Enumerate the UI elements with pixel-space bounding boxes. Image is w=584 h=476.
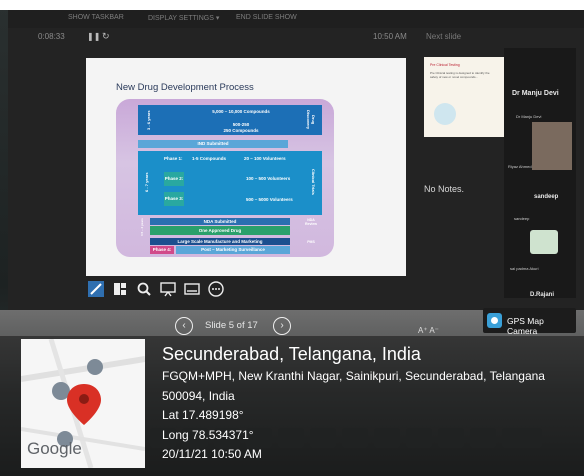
participant-name-3: sandeep <box>534 194 559 200</box>
next-slide-button[interactable]: › <box>273 317 291 335</box>
display-settings-button[interactable]: DISPLAY SETTINGS ▾ <box>148 14 219 22</box>
gps-datetime: 20/11/21 10:50 AM <box>162 447 262 461</box>
phase3-volunteers: 500 – 5000 Volunteers <box>246 197 293 202</box>
participant-label-3: sandeep <box>514 216 530 221</box>
pointer-icon[interactable] <box>160 281 176 297</box>
phase1-volunteers: 20 – 100 Volunteers <box>244 156 286 161</box>
approved-drug: One Approved Drug <box>150 226 290 235</box>
participant-label-2: Riyaz Ahmed <box>508 164 532 169</box>
next-slide-title: Pre Clinical Testing <box>430 63 460 67</box>
reset-timer-icon[interactable]: ↻ <box>102 31 110 42</box>
next-slide-thumbnail[interactable]: Pre Clinical Testing Pre Clinical testin… <box>424 57 504 137</box>
participant-label-1: Dr Manju Devi <box>516 114 542 119</box>
gps-camera-badge: GPS Map Camera <box>483 308 576 336</box>
pause-icon[interactable]: ❚❚ <box>87 32 100 41</box>
location-map: Google <box>21 339 145 468</box>
gps-city: Secunderabad, Telangana, India <box>162 344 421 364</box>
video-gallery: Dr Manju Devi Dr Manju Devi Riyaz Ahmed … <box>504 48 576 298</box>
compounds-250: 250 Compounds <box>223 128 259 133</box>
see-all-slides-icon[interactable] <box>112 281 128 297</box>
gps-camera-name: GPS Map Camera <box>507 316 544 336</box>
top-bezel <box>0 0 584 10</box>
slide-title: New Drug Development Process <box>116 82 254 93</box>
participant-avatar-4 <box>530 230 558 254</box>
compounds-range: 500-250 <box>232 122 250 127</box>
ind-submitted: IND Submitted <box>138 140 288 148</box>
review-years: 0.5 – 2 years <box>140 218 144 236</box>
previous-slide-button[interactable]: ‹ <box>175 317 193 335</box>
phase2-label: Phase 2: <box>164 172 184 186</box>
pms-label: PMS <box>307 240 315 244</box>
phase1-compounds: 1-5 Compounds <box>192 156 227 161</box>
clinical-years: 6 - 7 years <box>144 172 149 192</box>
next-slide-body: Pre Clinical testing is designed to iden… <box>430 71 490 79</box>
compounds-label: 5,000 – 10,000 Compounds <box>212 109 270 114</box>
gps-address-line2: 500094, India <box>162 389 235 403</box>
google-logo: Google <box>27 439 82 458</box>
subtitles-icon[interactable] <box>184 281 200 297</box>
nda-submitted: NDA Submitted <box>150 218 290 225</box>
participant-label-4: sai padma Akuri <box>510 266 539 271</box>
gps-address-line1: FGQM+MPH, New Kranthi Nagar, Sainikpuri,… <box>162 369 545 383</box>
gps-latitude: Lat 17.489198° <box>162 408 244 422</box>
font-size-icon[interactable]: A⁺ A⁻ <box>418 326 439 335</box>
phase3-label: Phase 3: <box>164 192 184 206</box>
participant-name-5: D.Rajani <box>530 292 555 298</box>
pen-icon[interactable] <box>88 281 104 297</box>
next-slide-label: Next slide <box>426 32 462 41</box>
end-slide-show-button[interactable]: END SLIDE SHOW <box>236 14 297 21</box>
zoom-icon[interactable] <box>136 281 152 297</box>
show-taskbar-button[interactable]: SHOW TASKBAR <box>68 14 124 21</box>
participant-name-1: Dr Manju Devi <box>512 90 559 97</box>
chevron-right-icon: › <box>280 320 284 331</box>
discovery-years: 3 - 6 years <box>146 110 151 130</box>
pms-row: Post – Marketing Surveillance <box>176 246 290 254</box>
phase1-label: Phase 1: <box>164 156 183 161</box>
notes-area: No Notes. <box>424 184 465 194</box>
participant-video-2 <box>532 122 572 170</box>
photo-background: SHOW TASKBAR DISPLAY SETTINGS ▾ END SLID… <box>0 0 584 476</box>
phase4-label: Phase 4: <box>150 246 174 254</box>
current-slide: New Drug Development Process 3 - 6 years… <box>86 58 406 276</box>
gps-camera-logo <box>487 313 502 328</box>
presenter-topbar: SHOW TASKBAR DISPLAY SETTINGS ▾ END SLID… <box>8 10 584 28</box>
drug-discovery-label: Drug Discovery <box>306 110 316 130</box>
clock: 10:50 AM <box>373 32 407 41</box>
nda-review-label: NDA Review <box>304 218 318 226</box>
manufacture-row: Large Scale Manufacture and Marketing <box>150 238 290 245</box>
gps-longitude: Long 78.534371° <box>162 428 254 442</box>
more-options-icon[interactable] <box>208 281 224 297</box>
chevron-left-icon: ‹ <box>182 320 186 331</box>
clinical-trials-label: Clinical Trials <box>311 169 316 195</box>
slide-counter: Slide 5 of 17 <box>205 320 258 331</box>
slide-navigation: ‹ Slide 5 of 17 › <box>173 315 297 337</box>
phase2-volunteers: 100 – 500 Volunteers <box>246 176 291 181</box>
next-slide-image <box>434 103 456 125</box>
elapsed-timer: 0:08:33 <box>38 32 65 41</box>
